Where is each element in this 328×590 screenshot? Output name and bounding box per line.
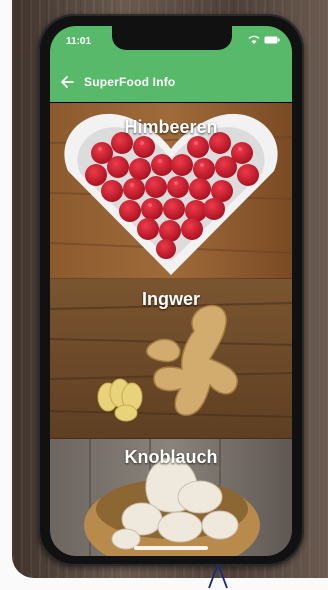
phone-screen: 11:01 SuperFood Info Himbeeren Ingwer Kn…: [50, 26, 292, 556]
phone-frame: 11:01 SuperFood Info Himbeeren Ingwer Kn…: [38, 14, 304, 566]
tile-ingwer[interactable]: Ingwer: [50, 278, 292, 439]
tile-knoblauch[interactable]: Knoblauch: [50, 438, 292, 556]
tile-label: Himbeeren: [124, 117, 218, 137]
status-bar: 11:01: [50, 26, 292, 62]
tile-label: Ingwer: [141, 289, 200, 309]
app-bar: SuperFood Info: [50, 62, 292, 102]
arrow-left-icon: [61, 76, 74, 88]
wifi-icon: [248, 35, 260, 44]
notch: [112, 26, 232, 50]
status-icons: [248, 35, 280, 45]
home-indicator[interactable]: [134, 546, 208, 550]
tile-label: Knoblauch: [124, 447, 218, 467]
pointer-cursor-icon: [208, 563, 228, 589]
back-button[interactable]: [50, 75, 84, 89]
app-title: SuperFood Info: [84, 75, 176, 89]
status-time: 11:01: [66, 36, 92, 47]
tile-himbeeren[interactable]: Himbeeren: [50, 102, 292, 279]
battery-icon: [264, 36, 280, 44]
